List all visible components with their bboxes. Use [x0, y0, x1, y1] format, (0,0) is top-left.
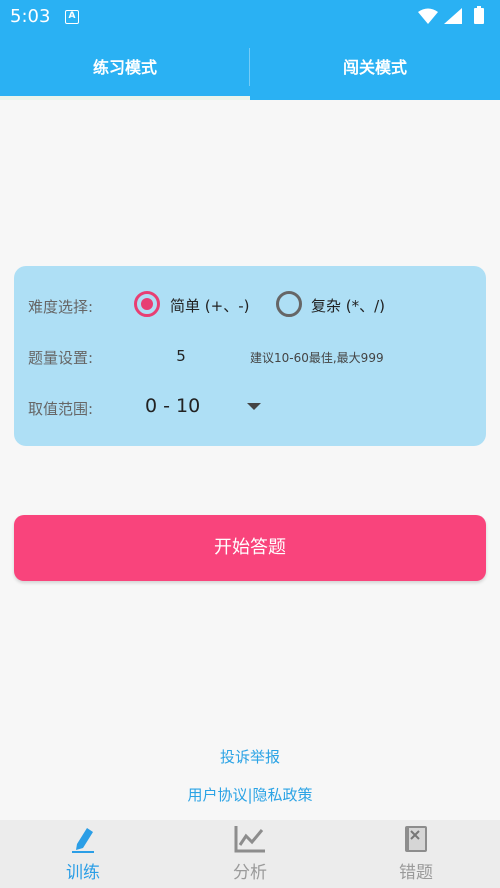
tab-indicator [0, 96, 250, 100]
signal-icon [444, 8, 462, 24]
nav-analysis[interactable]: 分析 [167, 820, 333, 888]
pencil-icon [72, 828, 94, 853]
count-input[interactable]: 5 [174, 347, 188, 365]
settings-card: 难度选择: 简单 (+、-) 复杂 (*、/) 题量设置: 5 建议10-60最… [14, 266, 486, 446]
mode-tabs: 练习模式 闯关模式 [0, 34, 500, 100]
nav-mistakes-label: 错题 [399, 863, 433, 883]
count-label: 题量设置: [28, 349, 94, 367]
tab-challenge[interactable]: 闯关模式 [250, 34, 500, 100]
nav-train[interactable]: 训练 [0, 820, 166, 888]
tab-practice[interactable]: 练习模式 [0, 34, 250, 100]
nav-train-label: 训练 [66, 863, 100, 883]
notebook-icon [405, 826, 427, 852]
radio-simple-label[interactable]: 简单 (+、-) [170, 295, 249, 316]
range-select[interactable]: 0 - 10 [145, 395, 200, 417]
status-icons [418, 6, 484, 24]
chart-icon [234, 826, 265, 853]
range-label: 取值范围: [28, 400, 94, 418]
radio-complex[interactable] [276, 291, 302, 317]
policy-link[interactable]: 用户协议|隐私政策 [0, 784, 500, 805]
battery-icon [474, 8, 484, 24]
count-hint: 建议10-60最佳,最大999 [250, 351, 384, 365]
status-bar: 5:03 A [0, 0, 500, 34]
status-time: 5:03 [10, 6, 51, 27]
bottom-nav: 训练 分析 错题 [0, 820, 500, 888]
nav-mistakes[interactable]: 错题 [333, 820, 499, 888]
difficulty-label: 难度选择: [28, 298, 94, 316]
notification-icon: A [65, 10, 79, 24]
nav-analysis-label: 分析 [233, 863, 267, 883]
wifi-icon [418, 8, 438, 24]
radio-simple[interactable] [134, 291, 160, 317]
report-link[interactable]: 投诉举报 [0, 746, 500, 767]
dropdown-caret-icon[interactable] [247, 403, 261, 410]
radio-complex-label[interactable]: 复杂 (*、/) [311, 295, 385, 316]
start-quiz-button[interactable]: 开始答题 [14, 515, 486, 581]
